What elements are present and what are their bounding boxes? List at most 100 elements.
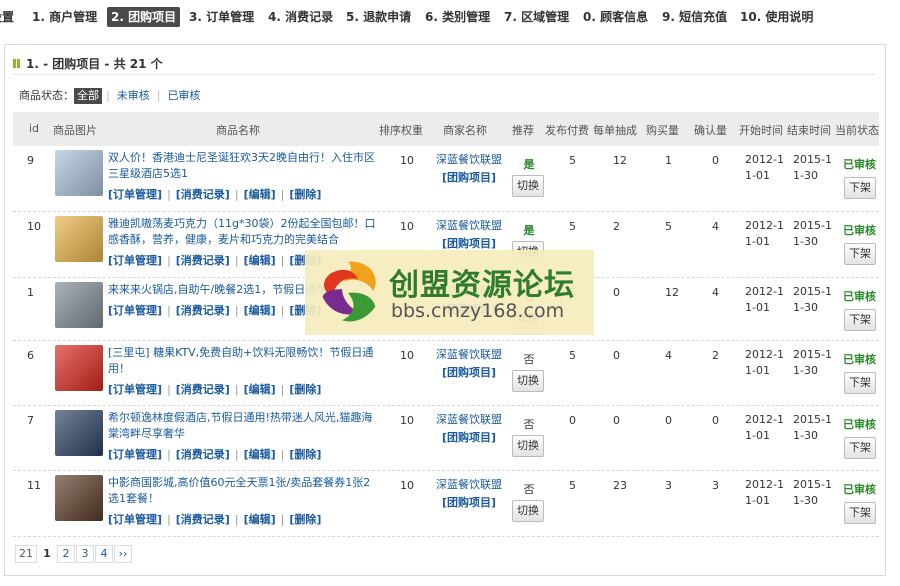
filter-unreviewed-button[interactable]: 未审核 xyxy=(114,88,153,104)
status-filter: 商品状态： 全部 | 未审核 | 已审核 xyxy=(19,87,203,105)
delete-link[interactable]: [删除] xyxy=(289,188,321,201)
row-confirmed: 4 xyxy=(712,286,719,299)
nav-item[interactable]: 3. 订单管理 xyxy=(189,7,254,27)
edit-link[interactable]: [编辑] xyxy=(244,188,276,201)
consume-record-link[interactable]: [消费记录] xyxy=(176,188,230,201)
merchant-projects-link[interactable]: [团购项目] xyxy=(431,170,507,186)
watermark-url: bbs.cmzy168.com xyxy=(391,300,565,322)
offline-button[interactable]: 下架 xyxy=(844,437,876,459)
consume-record-link[interactable]: [消费记录] xyxy=(176,513,230,526)
product-thumbnail[interactable] xyxy=(55,475,103,521)
order-manage-link[interactable]: [订单管理] xyxy=(108,304,162,317)
pagination: 21 1 2 3 4 ›› xyxy=(15,545,133,565)
toggle-recommend-button[interactable]: 切换 xyxy=(512,370,544,392)
merchant-name-link[interactable]: 深蓝餐饮联盟 xyxy=(436,478,502,491)
row-actions: [订单管理]|[消费记录]|[编辑]|[删除] xyxy=(108,252,321,268)
delete-link[interactable]: [删除] xyxy=(289,448,321,461)
pagination-next-button[interactable]: ›› xyxy=(114,545,132,563)
nav-item[interactable]: 7. 区域管理 xyxy=(504,7,569,27)
toggle-recommend-button[interactable]: 切换 xyxy=(512,175,544,197)
pagination-page-link[interactable]: 2 xyxy=(57,545,75,563)
merchant-name-link[interactable]: 深蓝餐饮联盟 xyxy=(436,153,502,166)
nav-item[interactable]: 1. 商户管理 xyxy=(32,7,97,27)
edit-link[interactable]: [编辑] xyxy=(244,254,276,267)
filter-reviewed-button[interactable]: 已审核 xyxy=(164,88,203,104)
delete-link[interactable]: [删除] xyxy=(289,383,321,396)
row-bought: 5 xyxy=(665,220,672,233)
product-thumbnail[interactable] xyxy=(55,345,103,391)
row-start-time: 2012-11-01 xyxy=(745,285,784,314)
column-header-bought: 购买量 xyxy=(646,124,679,137)
row-id: 10 xyxy=(27,220,41,233)
consume-record-link[interactable]: [消费记录] xyxy=(176,254,230,267)
merchant-cell: 深蓝餐饮联盟 [团购项目] xyxy=(431,347,507,381)
edit-link[interactable]: [编辑] xyxy=(244,513,276,526)
merchant-name-link[interactable]: 深蓝餐饮联盟 xyxy=(436,348,502,361)
row-weight: 10 xyxy=(400,479,414,492)
offline-button[interactable]: 下架 xyxy=(844,243,876,265)
row-end-time: 2015-11-30 xyxy=(793,219,832,248)
nav-item[interactable]: 4. 消费记录 xyxy=(268,7,333,27)
order-manage-link[interactable]: [订单管理] xyxy=(108,188,162,201)
nav-item[interactable]: 10. 使用说明 xyxy=(740,7,813,27)
product-thumbnail[interactable] xyxy=(55,410,103,456)
offline-button[interactable]: 下架 xyxy=(844,372,876,394)
panel-header: 1. - 团购项目 - 共 21 个 xyxy=(13,53,875,75)
pagination-page-link[interactable]: 4 xyxy=(95,545,113,563)
product-thumbnail[interactable] xyxy=(55,216,103,262)
row-commission: 0 xyxy=(613,414,620,427)
merchant-projects-link[interactable]: [团购项目] xyxy=(431,365,507,381)
row-end-time: 2015-11-30 xyxy=(793,153,832,182)
action-separator: | xyxy=(167,254,171,267)
product-thumbnail[interactable] xyxy=(55,150,103,196)
merchant-cell: 深蓝餐饮联盟 [团购项目] xyxy=(431,412,507,446)
nav-item[interactable]: 设置 xyxy=(0,7,14,27)
nav-item[interactable]: 0. 顾客信息 xyxy=(583,7,648,27)
order-manage-link[interactable]: [订单管理] xyxy=(108,383,162,396)
product-name-link[interactable]: 中影商国影城,高价值60元全天票1张/卖品套餐券1张2选1套餐！ xyxy=(108,475,378,507)
consume-record-link[interactable]: [消费记录] xyxy=(176,383,230,396)
filter-separator: | xyxy=(156,89,161,102)
merchant-name-link[interactable]: 深蓝餐饮联盟 xyxy=(436,413,502,426)
merchant-projects-link[interactable]: [团购项目] xyxy=(431,495,507,511)
row-start-time: 2012-11-01 xyxy=(745,348,784,377)
order-manage-link[interactable]: [订单管理] xyxy=(108,513,162,526)
filter-all-button[interactable]: 全部 xyxy=(74,88,102,104)
pagination-total: 21 xyxy=(15,545,37,563)
product-name-link[interactable]: 希尔顿逸林度假酒店,节假日通用!热带迷人风光,猫趣海棠湾畔尽享奢华 xyxy=(108,410,378,442)
nav-item[interactable]: 2. 团购项目 xyxy=(107,7,181,27)
product-name-link[interactable]: [三里屯] 糖果KTV,免费自助+饮料无限畅饮！节假日通用！ xyxy=(108,345,378,377)
row-id: 6 xyxy=(27,349,34,362)
row-end-time: 2015-11-30 xyxy=(793,478,832,507)
consume-record-link[interactable]: [消费记录] xyxy=(176,304,230,317)
product-name-link[interactable]: 雅迪凯嗷荡麦巧克力（11g*30袋）2份起全国包邮！口感香酥，营养，健康，麦片和… xyxy=(108,216,378,248)
edit-link[interactable]: [编辑] xyxy=(244,304,276,317)
offline-button[interactable]: 下架 xyxy=(844,502,876,524)
nav-item[interactable]: 9. 短信充值 xyxy=(662,7,727,27)
nav-item[interactable]: 5. 退款申请 xyxy=(346,7,411,27)
consume-record-link[interactable]: [消费记录] xyxy=(176,448,230,461)
row-commission: 0 xyxy=(613,349,620,362)
product-name-link[interactable]: 双人价！香港迪士尼圣诞狂欢3天2晚自由行！入住市区三星级酒店5选1 xyxy=(108,150,378,182)
row-weight: 10 xyxy=(400,220,414,233)
offline-button[interactable]: 下架 xyxy=(844,177,876,199)
column-header-start: 开始时间 xyxy=(739,124,783,137)
merchant-projects-link[interactable]: [团购项目] xyxy=(431,430,507,446)
nav-item[interactable]: 6. 类别管理 xyxy=(425,7,490,27)
order-manage-link[interactable]: [订单管理] xyxy=(108,254,162,267)
product-thumbnail[interactable] xyxy=(55,282,103,328)
row-confirmed: 4 xyxy=(712,220,719,233)
column-header-id: id xyxy=(29,122,40,135)
edit-link[interactable]: [编辑] xyxy=(244,448,276,461)
action-separator: | xyxy=(280,304,285,317)
merchant-name-link[interactable]: 深蓝餐饮联盟 xyxy=(436,219,502,232)
pagination-page-current: 1 xyxy=(43,547,51,560)
offline-button[interactable]: 下架 xyxy=(844,309,876,331)
delete-link[interactable]: [删除] xyxy=(289,513,321,526)
forum-watermark: 创盟资源论坛 bbs.cmzy168.com xyxy=(305,250,594,335)
pagination-page-link[interactable]: 3 xyxy=(76,545,94,563)
order-manage-link[interactable]: [订单管理] xyxy=(108,448,162,461)
toggle-recommend-button[interactable]: 切换 xyxy=(512,500,544,522)
edit-link[interactable]: [编辑] xyxy=(244,383,276,396)
toggle-recommend-button[interactable]: 切换 xyxy=(512,435,544,457)
